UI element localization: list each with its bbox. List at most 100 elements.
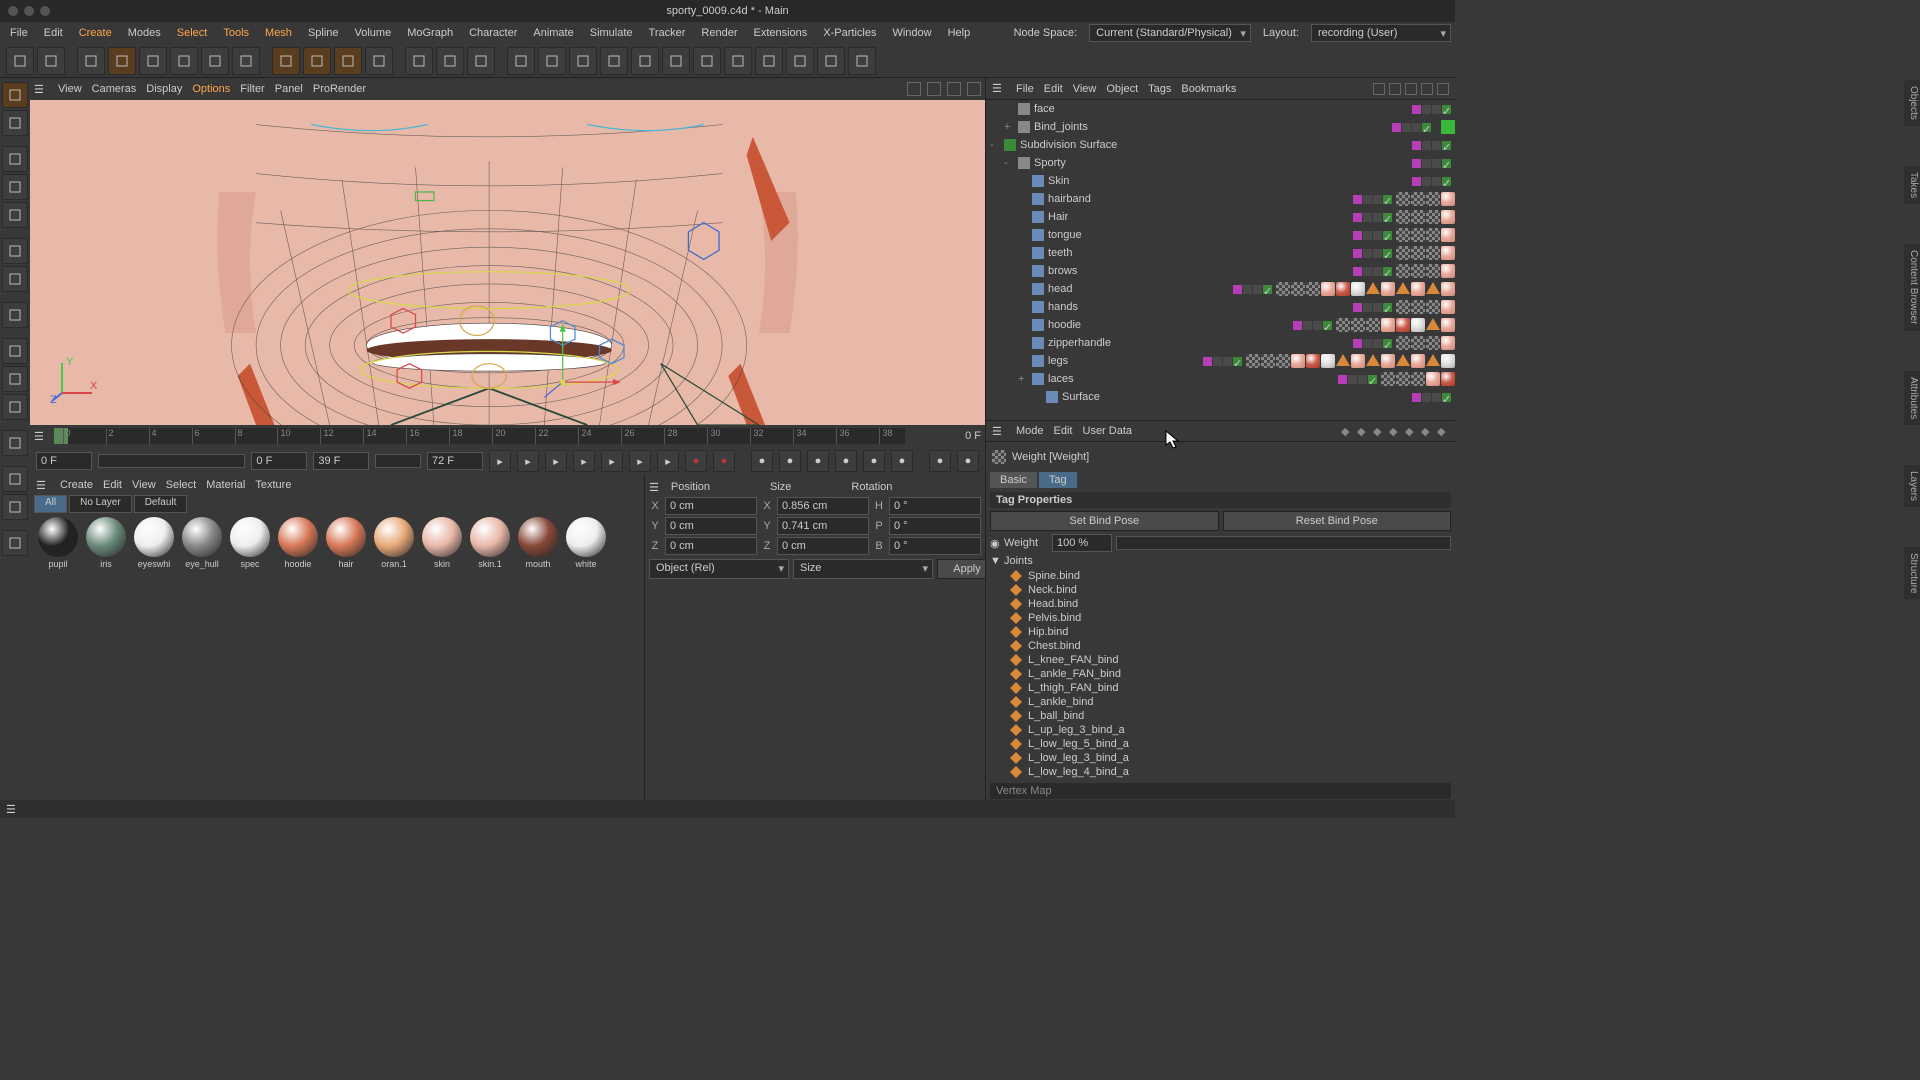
attr-menu-mode[interactable]: Mode (1016, 425, 1044, 437)
object-tag-icon[interactable] (1396, 282, 1410, 294)
close-window-icon[interactable] (8, 6, 18, 16)
attr-tab-tag[interactable]: Tag (1039, 472, 1077, 488)
uvpoint-icon[interactable] (2, 238, 28, 264)
object-tag-icon[interactable] (1441, 336, 1455, 350)
layer-flag[interactable] (1338, 375, 1347, 384)
render-vis-flag[interactable] (1432, 141, 1441, 150)
menu-character[interactable]: Character (463, 25, 523, 41)
vp-menu-filter[interactable]: Filter (240, 83, 264, 95)
layout-dropdown[interactable]: recording (User) (1311, 24, 1451, 42)
render-vis-flag[interactable] (1432, 177, 1441, 186)
magnet-icon[interactable] (2, 430, 28, 456)
object-tag-icon[interactable] (1411, 210, 1425, 224)
editor-vis-flag[interactable] (1213, 357, 1222, 366)
rotate-icon[interactable] (170, 47, 198, 75)
material-spec[interactable]: spec (228, 517, 272, 796)
snap-s-icon[interactable] (2, 338, 28, 364)
snap-s2-icon[interactable] (2, 366, 28, 392)
enable-flag[interactable]: ✓ (1233, 357, 1242, 366)
om-filter-icon[interactable] (1389, 83, 1401, 95)
layer-flag[interactable] (1412, 159, 1421, 168)
object-tag-icon[interactable] (1441, 318, 1455, 332)
om-item-hands[interactable]: hands ✓ (986, 298, 1455, 316)
render-vis-flag[interactable] (1432, 159, 1441, 168)
instance-icon[interactable] (600, 47, 628, 75)
om-menu-tags[interactable]: Tags (1148, 83, 1171, 95)
nodespace-dropdown[interactable]: Current (Standard/Physical) (1089, 24, 1251, 42)
object-tag-icon[interactable] (1441, 210, 1455, 224)
object-tag-icon[interactable] (1411, 192, 1425, 206)
camera-icon[interactable] (786, 47, 814, 75)
snap-s3-icon[interactable] (2, 394, 28, 420)
material-eye_hull[interactable]: eye_hull (180, 517, 224, 796)
pos-z-input[interactable]: 0 cm (665, 537, 757, 555)
render-vis-flag[interactable] (1373, 249, 1382, 258)
layer-flag[interactable] (1353, 267, 1362, 276)
light-icon[interactable] (817, 47, 845, 75)
om-home-icon[interactable] (1437, 83, 1449, 95)
side-tab-layers[interactable]: Layers (1904, 465, 1920, 507)
object-tag-icon[interactable] (1291, 354, 1305, 368)
enable-flag[interactable]: ✓ (1442, 159, 1451, 168)
object-tag-icon[interactable] (1321, 282, 1335, 296)
model-icon[interactable] (2, 82, 28, 108)
z-axis-icon[interactable] (334, 47, 362, 75)
object-tag-icon[interactable] (1411, 354, 1425, 368)
prev-key-button[interactable]: ▸ (517, 450, 539, 472)
joint-item[interactable]: L_up_leg_3_bind_a (990, 723, 1451, 737)
render-pv-icon[interactable] (436, 47, 464, 75)
om-item-hair[interactable]: Hair ✓ (986, 208, 1455, 226)
object-tag-icon[interactable] (1441, 282, 1455, 296)
timeline-ruler[interactable]: 02468101214161820222426283032343638 (54, 428, 905, 444)
prev-frame-button[interactable]: ▸ (545, 450, 567, 472)
menu-modes[interactable]: Modes (122, 25, 167, 41)
object-tag-icon[interactable] (1351, 318, 1365, 332)
editor-vis-flag[interactable] (1303, 321, 1312, 330)
object-tag-icon[interactable] (1381, 318, 1395, 332)
object-tag-icon[interactable] (1366, 282, 1380, 294)
menu-extensions[interactable]: Extensions (747, 25, 813, 41)
om-item-brows[interactable]: brows ✓ (986, 262, 1455, 280)
reset-bind-pose-button[interactable]: Reset Bind Pose (1223, 511, 1452, 531)
menu-tools[interactable]: Tools (217, 25, 255, 41)
mat-menu-view[interactable]: View (132, 479, 156, 491)
object-tag-icon[interactable] (1426, 282, 1440, 294)
object-tag-icon[interactable] (1276, 354, 1290, 368)
menu-help[interactable]: Help (942, 25, 977, 41)
weight-slider[interactable] (1116, 536, 1451, 550)
joint-item[interactable]: Head.bind (990, 597, 1451, 611)
mat-menu-texture[interactable]: Texture (255, 479, 291, 491)
wp-lock-icon[interactable] (2, 494, 28, 520)
layer-flag[interactable] (1353, 231, 1362, 240)
object-tag-icon[interactable] (1396, 336, 1410, 350)
editor-vis-flag[interactable] (1348, 375, 1357, 384)
object-tag-icon[interactable] (1306, 282, 1320, 296)
editor-vis-flag[interactable] (1422, 393, 1431, 402)
editor-vis-flag[interactable] (1363, 339, 1372, 348)
om-menu-file[interactable]: File (1016, 83, 1034, 95)
object-tag-icon[interactable] (1441, 354, 1455, 368)
uvpoly-icon[interactable] (2, 266, 28, 292)
vp-rotate-icon[interactable] (947, 82, 961, 96)
joint-item[interactable]: L_ball_bind (990, 709, 1451, 723)
green-tag-icon[interactable] (1441, 120, 1455, 134)
editor-vis-flag[interactable] (1422, 105, 1431, 114)
goto-start-button[interactable]: ▸ (489, 450, 511, 472)
object-tag-icon[interactable] (1411, 246, 1425, 260)
rot-h-input[interactable]: 0 ° (889, 497, 981, 515)
key-pos-button[interactable]: ● (779, 450, 801, 472)
menu-select[interactable]: Select (171, 25, 214, 41)
render-vis-flag[interactable] (1358, 375, 1367, 384)
layer-flag[interactable] (1412, 141, 1421, 150)
next-frame-button[interactable]: ▸ (601, 450, 623, 472)
material-eyeswhi[interactable]: eyeswhi (132, 517, 176, 796)
edge-icon[interactable] (2, 174, 28, 200)
object-tag-icon[interactable] (1246, 354, 1260, 368)
attr-menu-edit[interactable]: Edit (1054, 425, 1073, 437)
render-vis-flag[interactable] (1373, 213, 1382, 222)
layer-flag[interactable] (1412, 105, 1421, 114)
weight-input[interactable]: 100 % (1052, 534, 1112, 552)
object-tag-icon[interactable] (1396, 246, 1410, 260)
enable-flag[interactable]: ✓ (1422, 123, 1431, 132)
vp-menu-options[interactable]: Options (192, 83, 230, 95)
